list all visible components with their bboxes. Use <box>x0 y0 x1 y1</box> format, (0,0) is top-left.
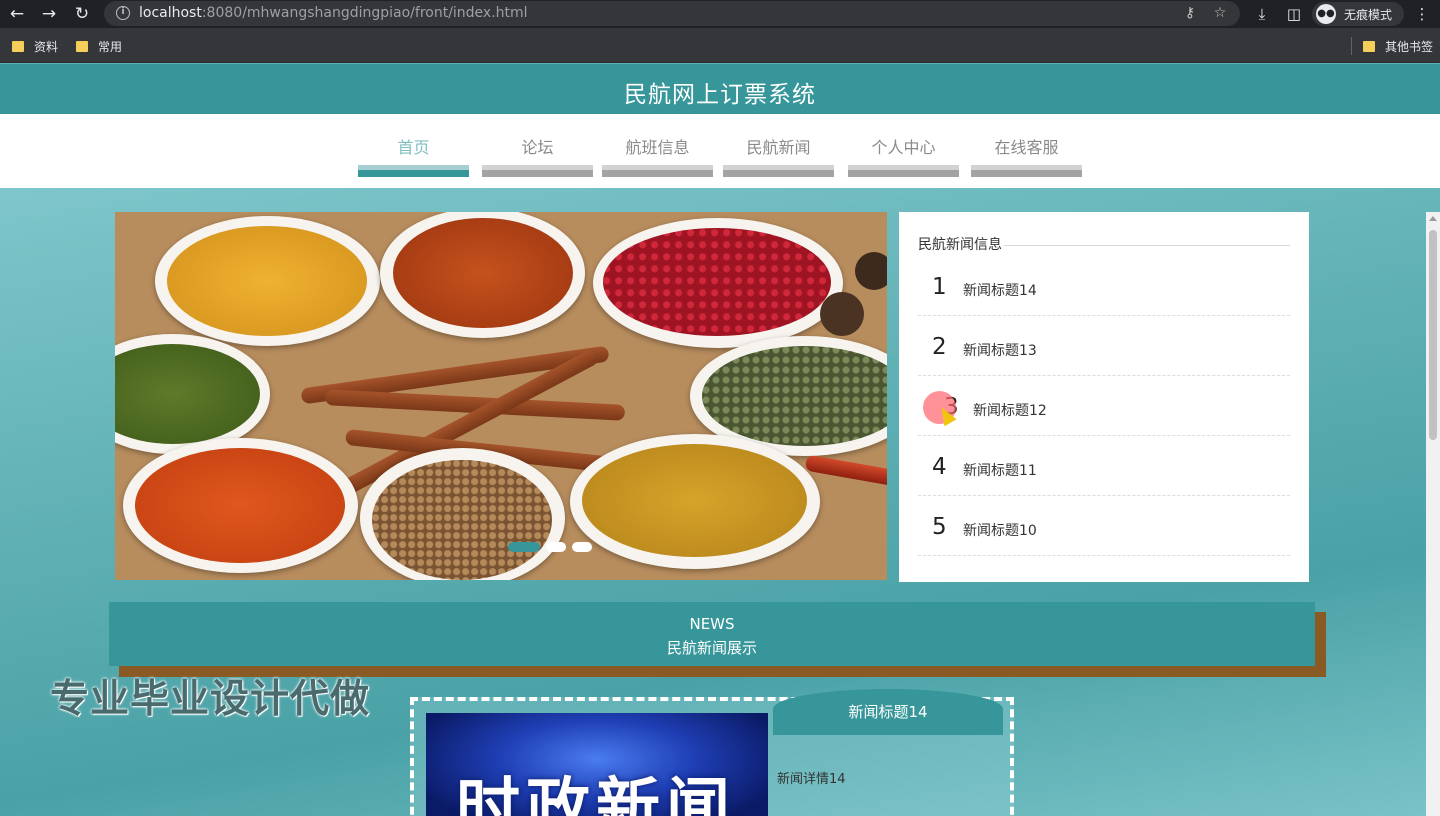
bookmarks-divider <box>1351 37 1352 55</box>
incognito-icon: ●● <box>1316 4 1336 24</box>
nav-forum[interactable]: 论坛 <box>482 138 593 178</box>
news-card-image[interactable]: 时政新闻 <box>426 713 768 816</box>
star-icon[interactable]: ☆ <box>1210 4 1230 23</box>
section-title-zh: 民航新闻展示 <box>666 639 757 657</box>
reload-icon[interactable]: ↻ <box>71 3 93 25</box>
news-card-body: 新闻详情14 <box>777 772 846 787</box>
nav-online-service[interactable]: 在线客服 <box>971 138 1082 178</box>
carousel-dot-2[interactable] <box>546 542 566 552</box>
watermark-text: 专业毕业设计代做 <box>50 677 371 722</box>
section-title-en: NEWS <box>689 615 735 633</box>
news-image-caption: 时政新闻 <box>456 772 736 816</box>
news-list-item[interactable]: 3 新闻标题12 <box>918 376 1290 436</box>
download-icon[interactable]: ⤓ <box>1251 3 1273 25</box>
back-arrow-icon[interactable]: ← <box>6 3 28 25</box>
scrollbar-thumb[interactable] <box>1429 230 1437 440</box>
url-text[interactable]: localhost:8080/mhwangshangdingpiao/front… <box>139 5 528 21</box>
folder-icon <box>1363 40 1375 52</box>
key-icon[interactable]: ⚷ <box>1180 4 1200 23</box>
nav-home[interactable]: 首页 <box>358 138 469 178</box>
main-nav: 首页 论坛 航班信息 民航新闻 个人中心 在线客服 <box>0 114 1440 188</box>
news-list-item[interactable]: 2 新闻标题13 <box>918 316 1290 376</box>
folder-icon <box>76 40 88 52</box>
incognito-badge[interactable]: ●● 无痕模式 <box>1312 2 1404 26</box>
banner-carousel[interactable] <box>115 212 887 580</box>
browser-toolbar: ← → ↻ i localhost:8080/mhwangshangdingpi… <box>0 0 1440 28</box>
info-icon[interactable]: i <box>116 6 130 20</box>
bookmark-folder-other[interactable]: 其他书签 <box>1363 37 1433 55</box>
news-panel-title: 民航新闻信息 <box>918 234 1004 254</box>
news-section-banner: NEWS 民航新闻展示 <box>109 602 1315 666</box>
kebab-menu-icon[interactable]: ⋮ <box>1411 3 1433 25</box>
site-header: 民航网上订票系统 <box>0 64 1440 114</box>
news-list-item[interactable]: 4 新闻标题11 <box>918 436 1290 496</box>
carousel-dots <box>508 542 592 552</box>
folder-icon <box>12 40 24 52</box>
address-bar[interactable]: i localhost:8080/mhwangshangdingpiao/fro… <box>104 1 1240 26</box>
site-title: 民航网上订票系统 <box>624 82 816 108</box>
page-scrollbar[interactable] <box>1426 212 1440 816</box>
news-card[interactable]: 时政新闻 新闻标题14 新闻详情14 <box>410 689 1014 816</box>
bookmark-folder-ziliao[interactable]: 资料 <box>12 37 58 55</box>
news-card-title-tab[interactable]: 新闻标题14 <box>773 689 1003 735</box>
incognito-label: 无痕模式 <box>1344 8 1393 22</box>
nav-aviation-news[interactable]: 民航新闻 <box>723 138 834 178</box>
sidepanel-icon[interactable]: ◫ <box>1283 3 1305 25</box>
nav-flight-info[interactable]: 航班信息 <box>602 138 713 178</box>
bookmarks-bar: 资料 常用 其他书签 <box>0 28 1440 63</box>
news-list-item[interactable]: 1 新闻标题14 <box>918 256 1290 316</box>
carousel-dot-1[interactable] <box>508 542 540 552</box>
forward-arrow-icon[interactable]: → <box>38 3 60 25</box>
carousel-dot-3[interactable] <box>572 542 592 552</box>
news-list-panel: 民航新闻信息 1 新闻标题14 2 新闻标题13 3 新闻标题12 4 新闻标题… <box>899 212 1309 582</box>
nav-personal-center[interactable]: 个人中心 <box>848 138 959 178</box>
bookmark-folder-changyong[interactable]: 常用 <box>76 37 122 55</box>
scroll-up-icon[interactable] <box>1429 216 1437 221</box>
news-list-item[interactable]: 5 新闻标题10 <box>918 496 1290 556</box>
